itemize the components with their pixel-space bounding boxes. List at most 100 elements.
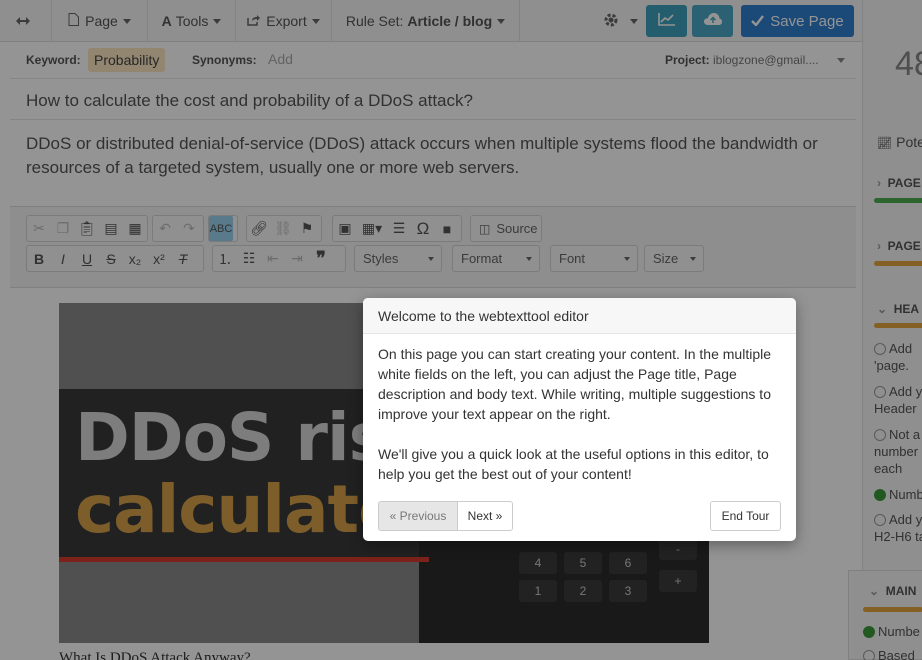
section-page-title[interactable]: › PAGE: [877, 176, 921, 190]
link-icon[interactable]: 🔗︎: [247, 216, 271, 241]
page-description-field[interactable]: DDoS or distributed denial-of-service (D…: [10, 120, 856, 206]
chevron-down-icon: ⌄: [869, 584, 880, 598]
calc-key: 3: [609, 580, 647, 602]
list-group: ⒈ ☷ ⇤ ⇥ ❞: [212, 245, 346, 272]
cloud-upload-icon: [703, 12, 723, 31]
source-label: Source: [496, 221, 538, 236]
suggestion-item: Add y Header: [874, 383, 922, 417]
stats-button[interactable]: [646, 5, 687, 37]
hero-title-line2: calculato: [75, 471, 403, 548]
settings-menu[interactable]: [596, 0, 644, 42]
source-button[interactable]: ◫ Source: [470, 215, 542, 242]
section-main[interactable]: ⌄ MAIN: [869, 584, 916, 598]
calc-key: 5: [564, 552, 602, 574]
spellcheck-group: ABC: [208, 215, 238, 242]
paste-word-icon[interactable]: ▦: [123, 216, 147, 241]
circle-icon: [874, 386, 886, 398]
history-group: ↶ ↷: [152, 215, 204, 242]
horizontal-line-icon[interactable]: ☰: [387, 216, 411, 241]
previous-button[interactable]: « Previous: [378, 501, 458, 531]
cloud-upload-button[interactable]: [692, 5, 733, 37]
video-icon[interactable]: ■: [435, 216, 459, 241]
clipboard-group: ✂ ❐ 📋︎ ▤ ▦: [26, 215, 148, 242]
caret-down-icon: [122, 18, 131, 24]
unlink-icon[interactable]: ⛓: [271, 216, 295, 241]
chevron-right-icon: ›: [877, 176, 881, 190]
potential-row[interactable]: 📈︎ Pote: [877, 134, 922, 150]
ruleset-value: Article / blog: [407, 13, 493, 29]
strikethrough-icon[interactable]: S: [99, 246, 123, 271]
suggestions-panel: 48 📈︎ Pote › PAGE › PAGE ⌄ HEA Add 'page…: [862, 0, 922, 660]
copy-icon[interactable]: ❐: [51, 216, 75, 241]
end-tour-button[interactable]: End Tour: [710, 501, 781, 531]
save-page-button[interactable]: Save Page: [741, 5, 854, 37]
suggestion-item: Numb: [874, 486, 922, 503]
tools-menu-label: Tools: [175, 13, 209, 29]
chevron-right-icon: ›: [877, 239, 881, 253]
synonyms-input[interactable]: Add: [268, 51, 293, 67]
synonyms-label: Synonyms:: [192, 53, 257, 67]
chevron-down-icon: ⌄: [877, 302, 888, 316]
blockquote-icon[interactable]: ❞: [309, 246, 333, 271]
project-select[interactable]: iblogzone@gmail....: [713, 53, 831, 67]
editor-toolbar: ✂ ❐ 📋︎ ▤ ▦ ↶ ↷ ABC 🔗︎ ⛓ ⚑ ▣ ▦▾ ☰ Ω ■ ◫ S…: [10, 206, 856, 288]
spellcheck-icon[interactable]: ABC: [209, 216, 233, 241]
hero-accent-line: [59, 557, 429, 562]
keyword-chip[interactable]: Probability: [88, 48, 166, 72]
calc-key: +: [659, 570, 697, 592]
numbered-list-icon[interactable]: ⒈: [213, 246, 237, 271]
expand-button[interactable]: [0, 0, 52, 42]
indent-icon[interactable]: ⇥: [285, 246, 309, 271]
format-dropdown[interactable]: Format: [452, 245, 540, 272]
underline-icon[interactable]: U: [75, 246, 99, 271]
bullet-list-icon[interactable]: ☷: [237, 246, 261, 271]
insert-group: ▣ ▦▾ ☰ Ω ■: [332, 215, 462, 242]
tour-title: Welcome to the webtexttool editor: [363, 298, 796, 334]
section-label: HEA: [893, 302, 920, 316]
suggestion-item: Add 'page.: [874, 340, 922, 374]
image-icon[interactable]: ▣: [333, 216, 357, 241]
subscript-icon[interactable]: x₂: [123, 246, 147, 271]
anchor-flag-icon[interactable]: ⚑: [295, 216, 319, 241]
clear-format-icon[interactable]: T: [171, 246, 195, 271]
export-menu[interactable]: Export: [236, 0, 332, 42]
italic-icon[interactable]: I: [51, 246, 75, 271]
calc-key: 4: [519, 552, 557, 574]
outdent-icon[interactable]: ⇤: [261, 246, 285, 271]
page-title-field[interactable]: How to calculate the cost and probabilit…: [10, 80, 856, 120]
check-circle-icon: [874, 489, 886, 501]
progress-bar: [863, 607, 922, 612]
circle-icon: [874, 343, 886, 355]
section-label: PAGE: [887, 239, 921, 253]
superscript-icon[interactable]: x²: [147, 246, 171, 271]
paste-text-icon[interactable]: ▤: [99, 216, 123, 241]
font-dropdown[interactable]: Font: [550, 245, 638, 272]
cut-icon[interactable]: ✂: [27, 216, 51, 241]
special-char-icon[interactable]: Ω: [411, 216, 435, 241]
section-headers[interactable]: ⌄ HEA: [877, 302, 919, 316]
styles-dropdown[interactable]: Styles: [354, 245, 442, 272]
caret-down-icon[interactable]: [837, 58, 845, 63]
redo-icon[interactable]: ↷: [177, 216, 201, 241]
page-menu[interactable]: Page: [52, 0, 148, 42]
table-icon[interactable]: ▦▾: [357, 216, 387, 241]
section-page-desc[interactable]: › PAGE: [877, 239, 921, 253]
tools-menu[interactable]: A Tools: [148, 0, 236, 42]
calc-key: 1: [519, 580, 557, 602]
undo-icon[interactable]: ↶: [153, 216, 177, 241]
next-button[interactable]: Next »: [457, 501, 513, 531]
caret-down-icon: [629, 18, 638, 24]
body-heading: What Is DDoS Attack Anyway?: [59, 650, 251, 660]
ruleset-prefix: Rule Set:: [345, 13, 404, 29]
size-dropdown[interactable]: Size: [644, 245, 704, 272]
bold-icon[interactable]: B: [27, 246, 51, 271]
caret-down-icon: [690, 257, 696, 261]
tour-paragraph: On this page you can start creating your…: [378, 346, 771, 422]
caret-down-icon: [311, 18, 320, 24]
keyword-label: Keyword:: [26, 53, 81, 67]
content-score: 48: [895, 45, 922, 83]
paste-icon[interactable]: 📋︎: [75, 216, 99, 241]
ruleset-menu[interactable]: Rule Set: Article / blog: [332, 0, 520, 42]
caret-down-icon: [428, 257, 434, 261]
styles-label: Styles: [363, 251, 399, 266]
